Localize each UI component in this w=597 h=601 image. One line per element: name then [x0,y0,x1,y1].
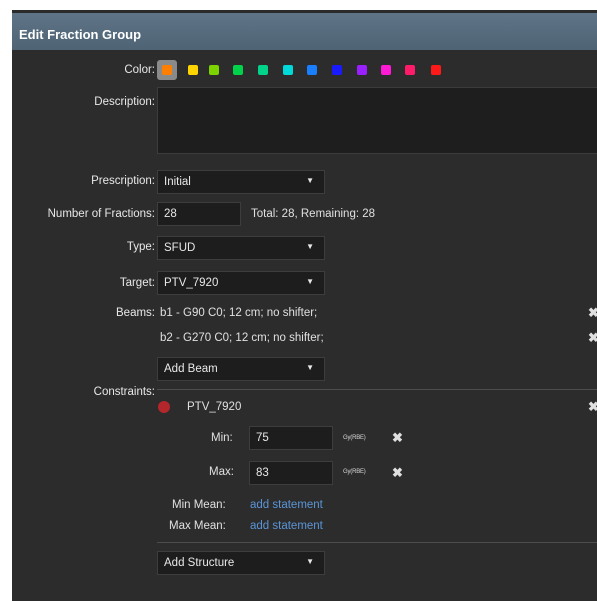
max-dose-value: 83 [256,467,269,479]
color-swatch[interactable] [162,65,172,75]
add-structure-select[interactable]: Add Structure ▼ [157,551,325,575]
remove-structure-icon[interactable]: ✖ [588,399,597,415]
beams-label: Beams: [116,307,155,319]
type-value: SFUD [164,242,196,254]
color-swatch[interactable] [381,65,391,75]
min-mean-label: Min Mean: [172,499,226,511]
remove-beam-icon[interactable]: ✖ [588,305,597,321]
color-swatch[interactable] [188,65,198,75]
add-min-mean-statement-link[interactable]: add statement [250,499,323,511]
constraint-structure-name: PTV_7920 [187,401,242,413]
color-swatch[interactable] [405,65,415,75]
structure-color-dot [158,401,170,413]
color-swatch[interactable] [283,65,293,75]
color-swatch[interactable] [258,65,268,75]
constraints-divider-bottom [157,542,597,543]
description-field[interactable] [157,87,597,154]
min-dose-value: 75 [256,432,269,444]
chevron-down-icon: ▼ [306,363,314,372]
chevron-down-icon: ▼ [306,242,314,251]
color-swatch[interactable] [209,65,219,75]
num-fractions-label: Number of Fractions: [47,208,155,220]
max-dose-input[interactable]: 83 [249,461,333,485]
target-select[interactable]: PTV_7920 ▼ [157,271,325,295]
num-fractions-input[interactable]: 28 [157,202,241,226]
max-label: Max: [209,466,234,478]
add-beam-label: Add Beam [164,363,218,375]
max-mean-label: Max Mean: [169,520,226,532]
add-max-mean-statement-link[interactable]: add statement [250,520,323,532]
beam-item: b1 - G90 C0; 12 cm; no shifter; [160,307,318,319]
target-label: Target: [119,277,155,289]
add-beam-select[interactable]: Add Beam ▼ [157,357,325,381]
chevron-down-icon: ▼ [306,176,314,185]
max-dose-unit: Gy(RBE) [343,469,366,475]
type-select[interactable]: SFUD ▼ [157,236,325,260]
color-swatch[interactable] [233,65,243,75]
color-swatch[interactable] [307,65,317,75]
constraints-divider-top [157,389,597,390]
prescription-label: Prescription: [91,175,155,187]
add-structure-label: Add Structure [164,557,235,569]
description-label: Description: [94,96,155,108]
color-swatch[interactable] [431,65,441,75]
constraints-label: Constraints: [93,386,155,398]
min-label: Min: [211,432,233,444]
min-dose-input[interactable]: 75 [249,426,333,450]
chevron-down-icon: ▼ [306,277,314,286]
min-dose-unit: Gy(RBE) [343,435,366,441]
remove-beam-icon[interactable]: ✖ [588,330,597,346]
type-label: Type: [126,241,155,253]
color-label: Color: [124,64,155,76]
color-swatch[interactable] [332,65,342,75]
prescription-value: Initial [164,176,191,188]
fractions-summary: Total: 28, Remaining: 28 [251,208,376,220]
num-fractions-value: 28 [164,208,177,220]
dialog-titlebar: Edit Fraction Group [12,10,597,50]
edit-fraction-group-dialog: Edit Fraction Group Color: Description: … [12,10,597,601]
beam-item: b2 - G270 C0; 12 cm; no shifter; [160,332,324,344]
chevron-down-icon: ▼ [306,557,314,566]
target-value: PTV_7920 [164,277,219,289]
remove-min-icon[interactable]: ✖ [392,430,403,446]
prescription-select[interactable]: Initial ▼ [157,170,325,194]
color-swatch[interactable] [357,65,367,75]
remove-max-icon[interactable]: ✖ [392,465,403,481]
dialog-title: Edit Fraction Group [19,27,142,42]
